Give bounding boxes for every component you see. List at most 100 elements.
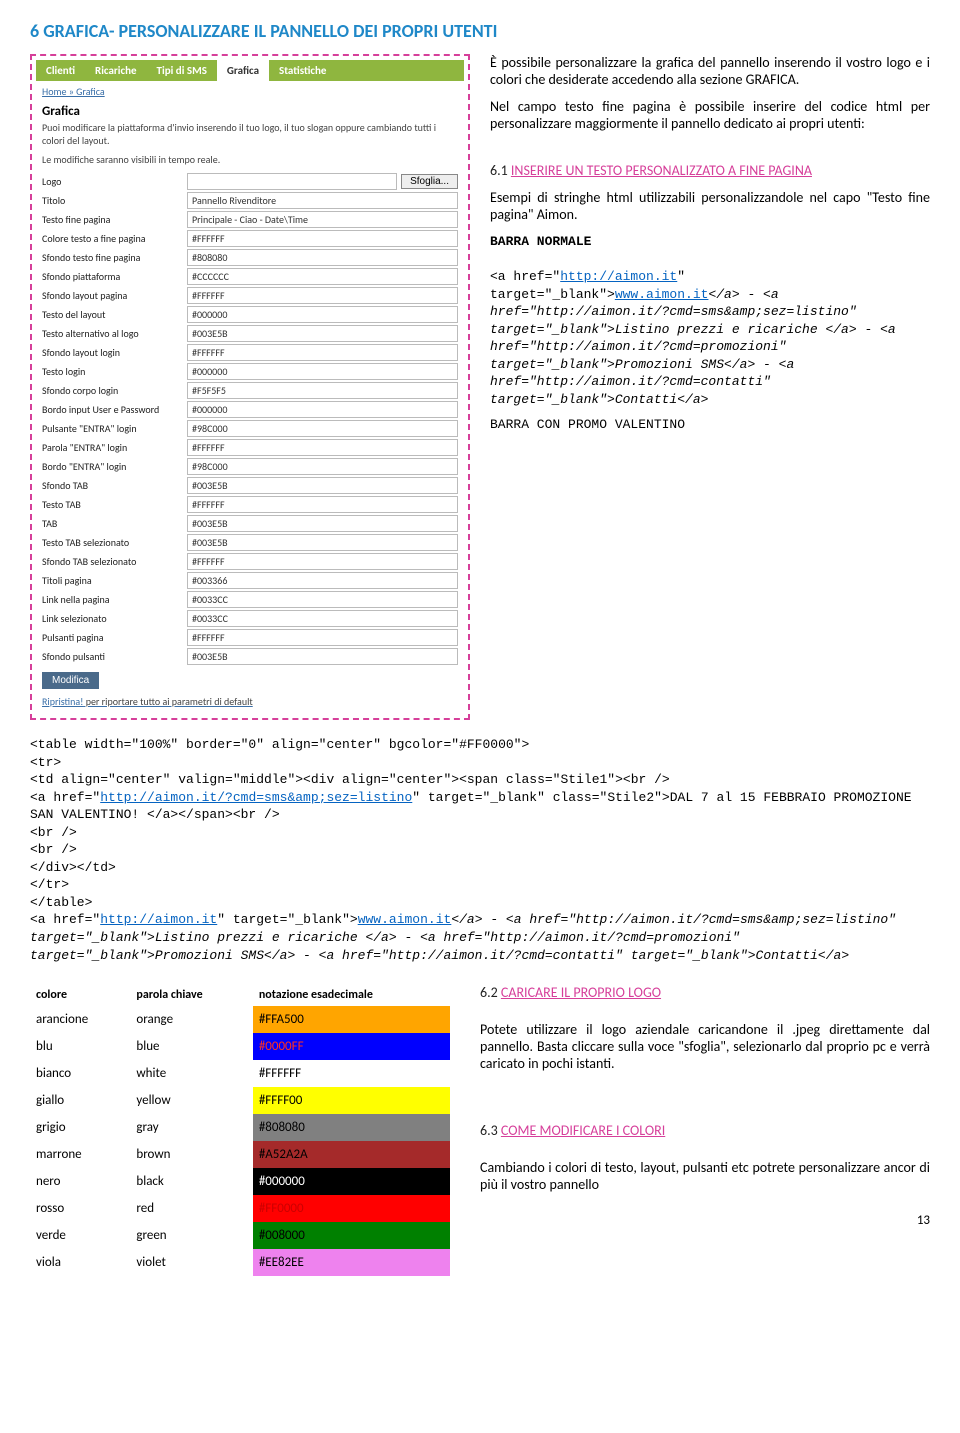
color-name: rosso	[30, 1195, 130, 1222]
form-value-input[interactable]: #003E5B	[187, 325, 458, 342]
color-table-header-row: colore parola chiave notazione esadecima…	[30, 984, 450, 1006]
form-row: Testo login#000000	[36, 362, 464, 381]
form-value-input[interactable]: #003366	[187, 572, 458, 589]
form-label: Testo del layout	[42, 308, 187, 321]
form-row: Sfondo corpo login#F5F5F5	[36, 381, 464, 400]
form-row: Testo TAB#FFFFFF	[36, 495, 464, 514]
tab-tipi-sms[interactable]: Tipi di SMS	[147, 60, 217, 81]
sub3-text: Cambiando i colori di testo, layout, pul…	[480, 1159, 930, 1193]
code-link-1[interactable]: http://aimon.it	[560, 269, 677, 284]
color-table-row: biancowhite#FFFFFF	[30, 1060, 450, 1087]
form-value-input[interactable]: #FFFFFF	[187, 230, 458, 247]
form-row: Sfondo TAB selezionato#FFFFFF	[36, 552, 464, 571]
sfoglia-button[interactable]: Sfoglia...	[401, 174, 458, 189]
color-hex-swatch: #808080	[253, 1114, 450, 1141]
modifica-button[interactable]: Modifica	[42, 672, 99, 689]
form-value-input[interactable]: Pannello Rivenditore	[187, 192, 458, 209]
form-label: TAB	[42, 517, 187, 530]
form-value-input[interactable]: #FFFFFF	[187, 439, 458, 456]
right-text-column: 6.2 CARICARE IL PROPRIO LOGO Potete util…	[480, 984, 930, 1276]
form-value-input[interactable]: #003E5B	[187, 648, 458, 665]
form-value-input[interactable]: #FFFFFF	[187, 629, 458, 646]
form-label: Sfondo layout login	[42, 346, 187, 359]
form-value-input[interactable]: #98C000	[187, 458, 458, 475]
color-hex-swatch: #FFFF00	[253, 1087, 450, 1114]
form-label: Titolo	[42, 194, 187, 207]
color-keyword: gray	[130, 1114, 252, 1141]
subheading-6-3: 6.3 COME MODIFICARE I COLORI	[480, 1122, 930, 1139]
form-value-input[interactable]: #000000	[187, 363, 458, 380]
color-name: nero	[30, 1168, 130, 1195]
color-table-row: neroblack#000000	[30, 1168, 450, 1195]
form-value-input[interactable]: #0033CC	[187, 591, 458, 608]
form-row: Logo Sfoglia...	[36, 172, 464, 191]
tab-clienti[interactable]: Clienti	[36, 60, 85, 81]
form-value-input[interactable]: Principale - Ciao - Date\Time	[187, 211, 458, 228]
form-value-input[interactable]: #0033CC	[187, 610, 458, 627]
barra-valentino-label: BARRA CON PROMO VALENTINO	[490, 416, 930, 434]
form-label: Link selezionato	[42, 612, 187, 625]
form-value-input[interactable]: #000000	[187, 401, 458, 418]
form-row: Bordo input User e Password#000000	[36, 400, 464, 419]
form-row: Titoli pagina#003366	[36, 571, 464, 590]
color-hex-swatch: #A52A2A	[253, 1141, 450, 1168]
form-row: Sfondo piattaforma#CCCCCC	[36, 267, 464, 286]
form-value-input[interactable]: #FFFFFF	[187, 496, 458, 513]
color-name: marrone	[30, 1141, 130, 1168]
sub-title-6-2: CARICARE IL PROPRIO LOGO	[501, 984, 661, 1001]
form-value-input[interactable]: #CCCCCC	[187, 268, 458, 285]
code-pre: <a href="	[490, 269, 560, 284]
code-l4-link[interactable]: http://aimon.it/?cmd=sms&amp;sez=listino	[100, 790, 412, 805]
color-hex-swatch: #FF0000	[253, 1195, 450, 1222]
form-value-input[interactable]: #F5F5F5	[187, 382, 458, 399]
color-keyword: blue	[130, 1033, 252, 1060]
tab-grafica[interactable]: Grafica	[217, 60, 269, 81]
form-row: Sfondo pulsanti#003E5B	[36, 647, 464, 666]
col-parola: parola chiave	[130, 984, 252, 1006]
sub-title-6-3: COME MODIFICARE I COLORI	[501, 1122, 665, 1139]
breadcrumb[interactable]: Home » Grafica	[36, 81, 464, 102]
form-value-input[interactable]: #FFFFFF	[187, 553, 458, 570]
color-table-row: grigiogray#808080	[30, 1114, 450, 1141]
form-value-input[interactable]: #98C000	[187, 420, 458, 437]
barra-normale-label: BARRA NORMALE	[490, 233, 930, 251]
form-value-input[interactable]: #FFFFFF	[187, 287, 458, 304]
form-row: Link selezionato#0033CC	[36, 609, 464, 628]
form-value-input[interactable]: #808080	[187, 249, 458, 266]
code-l10-text[interactable]: www.aimon.it	[358, 912, 452, 927]
reset-link[interactable]: Ripristina!	[42, 695, 83, 708]
reset-line: Ripristina! per riportare tutto ai param…	[36, 695, 464, 714]
form-row: Bordo "ENTRA" login#98C000	[36, 457, 464, 476]
panel-subtext-2: Le modifiche saranno visibili in tempo r…	[36, 153, 464, 172]
form-label: Pulsante "ENTRA" login	[42, 422, 187, 435]
col-hex: notazione esadecimale	[253, 984, 450, 1006]
tab-ricariche[interactable]: Ricariche	[85, 60, 147, 81]
logo-input[interactable]	[187, 173, 397, 190]
form-row: TAB#003E5B	[36, 514, 464, 533]
code-l10-link[interactable]: http://aimon.it	[100, 912, 217, 927]
color-name: blu	[30, 1033, 130, 1060]
color-name: bianco	[30, 1060, 130, 1087]
color-name: giallo	[30, 1087, 130, 1114]
tab-statistiche[interactable]: Statistiche	[269, 60, 336, 81]
form-row: Colore testo a fine pagina#FFFFFF	[36, 229, 464, 248]
sub-num-6-3: 6.3	[480, 1122, 501, 1139]
form-value-input[interactable]: #003E5B	[187, 477, 458, 494]
code-line-4: <a href="http://aimon.it/?cmd=sms&amp;se…	[30, 789, 930, 824]
form-label: Testo TAB	[42, 498, 187, 511]
form-value-input[interactable]: #FFFFFF	[187, 344, 458, 361]
form-row: Sfondo layout login#FFFFFF	[36, 343, 464, 362]
form-value-input[interactable]: #000000	[187, 306, 458, 323]
color-name: arancione	[30, 1006, 130, 1033]
panel-screenshot: Clienti Ricariche Tipi di SMS Grafica St…	[30, 54, 470, 720]
code-text-1[interactable]: www.aimon.it	[615, 287, 709, 302]
color-keyword: yellow	[130, 1087, 252, 1114]
form-label: Sfondo testo fine pagina	[42, 251, 187, 264]
intro-paragraph-1: È possibile personalizzare la grafica de…	[490, 54, 930, 88]
full-code-block: <table width="100%" border="0" align="ce…	[30, 736, 930, 964]
color-keyword: red	[130, 1195, 252, 1222]
form-value-input[interactable]: #003E5B	[187, 534, 458, 551]
code-l10-pre: <a href="	[30, 912, 100, 927]
form-value-input[interactable]: #003E5B	[187, 515, 458, 532]
code-line-5: <br />	[30, 824, 930, 842]
